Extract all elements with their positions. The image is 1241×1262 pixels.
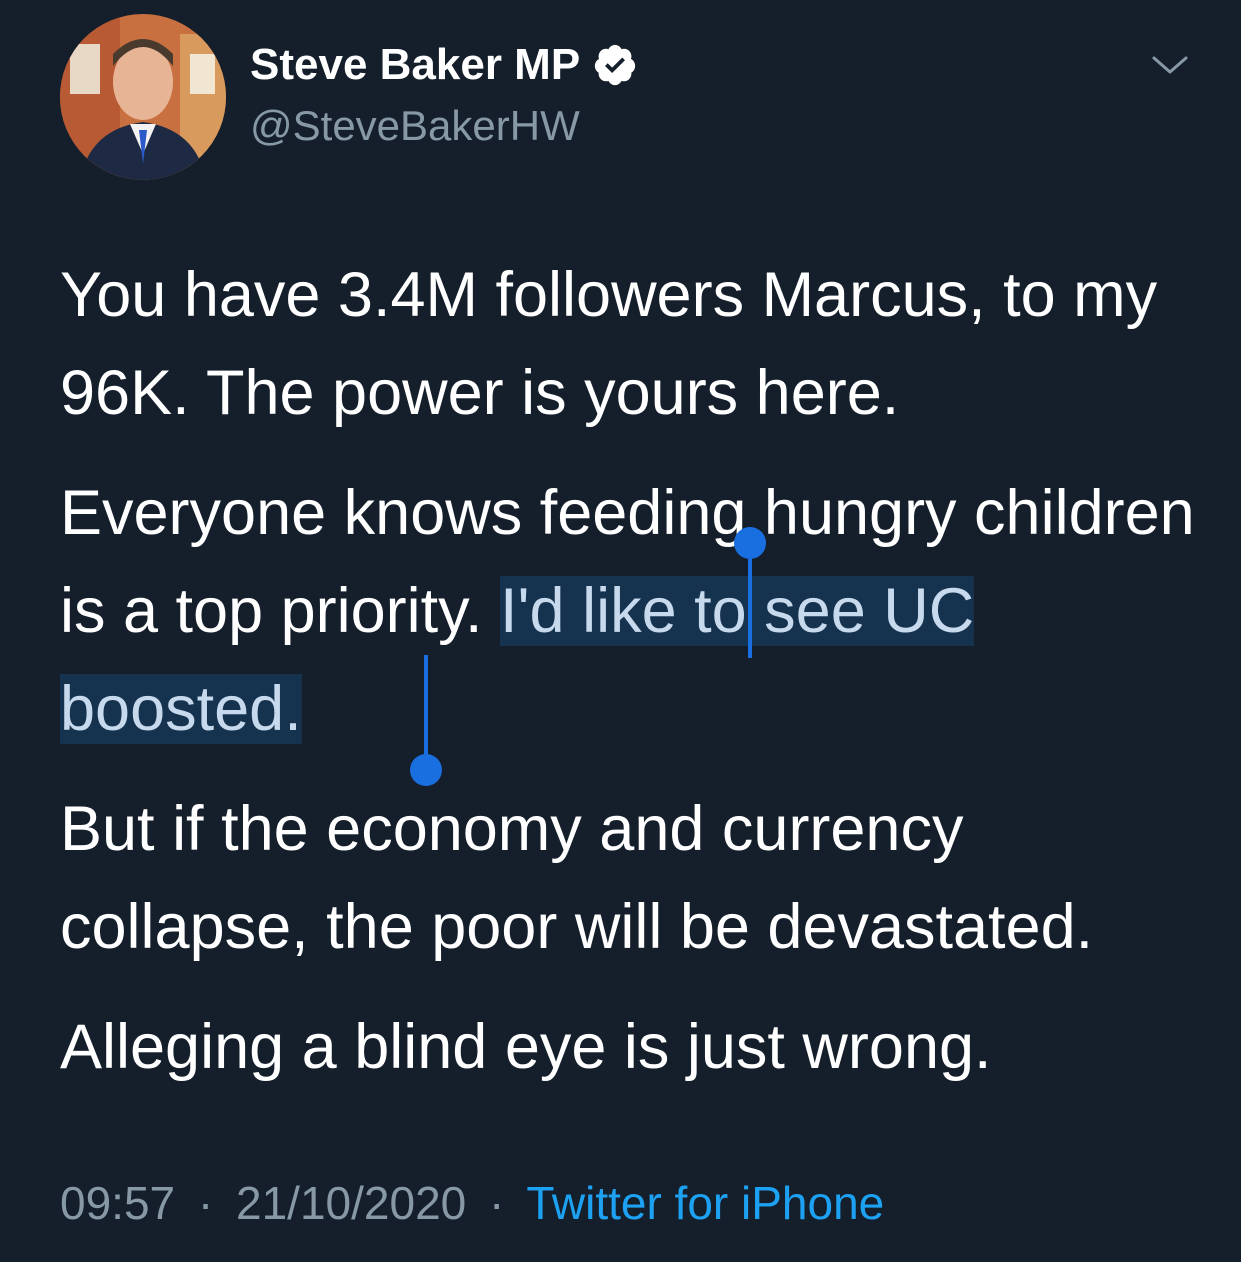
tweet-time[interactable]: 09:57	[60, 1177, 175, 1229]
selection-handle-knob[interactable]	[410, 754, 442, 786]
display-name-row[interactable]: Steve Baker MP	[250, 40, 638, 90]
chevron-down-icon[interactable]	[1150, 50, 1190, 80]
tweet-meta: 09:57 · 21/10/2020 · Twitter for iPhone	[60, 1176, 884, 1230]
tweet-paragraph: But if the economy and currency collapse…	[60, 794, 1094, 962]
avatar-photo	[60, 14, 226, 180]
tweet-date[interactable]: 21/10/2020	[236, 1177, 466, 1229]
separator: ·	[197, 1177, 214, 1229]
tweet-text: You have 3.4M followers Marcus, to my 96…	[60, 246, 1210, 1118]
tweet-paragraph: Everyone knows feeding hungry children i…	[60, 464, 1210, 758]
tweet-paragraph: Alleging a blind eye is just wrong.	[60, 1012, 992, 1082]
tweet-paragraph: You have 3.4M followers Marcus, to my 96…	[60, 260, 1158, 428]
verified-badge-icon	[592, 42, 638, 88]
selection-start-handle[interactable]	[734, 527, 766, 658]
display-name[interactable]: Steve Baker MP	[250, 40, 580, 90]
selection-handle-knob[interactable]	[734, 527, 766, 559]
avatar[interactable]	[60, 14, 226, 180]
selection-end-handle[interactable]	[410, 655, 442, 786]
tweet-source-link[interactable]: Twitter for iPhone	[526, 1177, 884, 1229]
separator: ·	[489, 1177, 505, 1229]
user-handle[interactable]: @SteveBakerHW	[250, 102, 580, 150]
